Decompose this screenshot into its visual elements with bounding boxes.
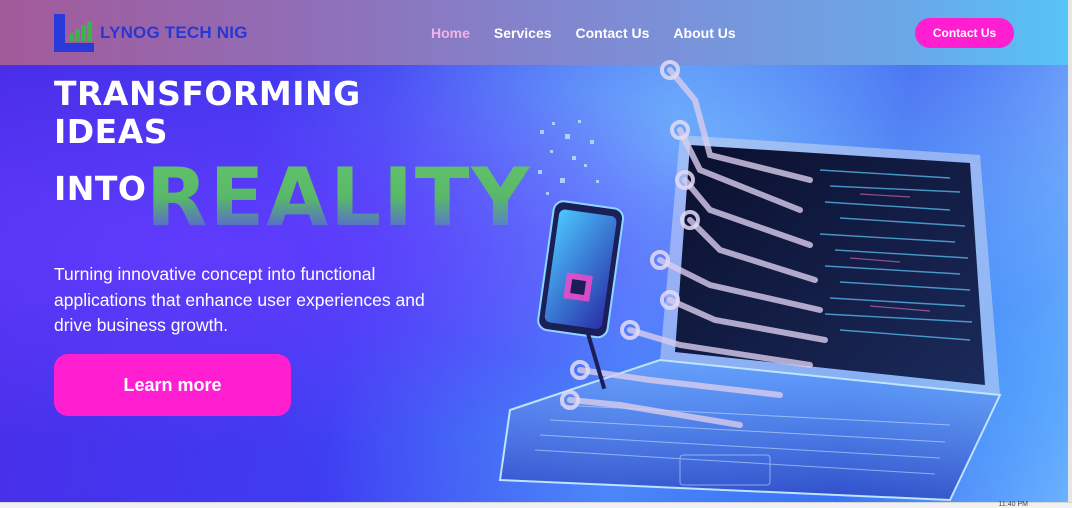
laptop-circuit-illustration-icon	[498, 60, 1002, 502]
hero-title-line-1: TRANSFORMING	[54, 74, 361, 113]
system-taskbar: 11:40 PM	[0, 501, 1072, 508]
page-scrollbar[interactable]	[1068, 0, 1072, 502]
nav-link-services[interactable]: Services	[494, 25, 552, 41]
hero-title-line-2: IDEAS	[54, 112, 169, 151]
logo-icon	[54, 14, 94, 52]
nav-link-about-us[interactable]: About Us	[673, 25, 735, 41]
main-nav: Home Services Contact Us About Us	[431, 25, 736, 41]
taskbar-clock: 11:40 PM	[998, 501, 1028, 508]
hero-highlight-word: REALITY	[146, 151, 532, 244]
learn-more-button[interactable]: Learn more	[54, 354, 291, 416]
landing-page: LYNOG TECH NIG Home Services Contact Us …	[0, 0, 1068, 502]
top-navbar: LYNOG TECH NIG Home Services Contact Us …	[0, 0, 1068, 65]
hero-subtitle: Turning innovative concept into function…	[54, 264, 425, 335]
brand-name: LYNOG TECH NIG	[100, 23, 248, 42]
contact-us-button[interactable]: Contact Us	[915, 18, 1014, 48]
brand-logo[interactable]: LYNOG TECH NIG	[54, 14, 248, 52]
nav-link-contact-us[interactable]: Contact Us	[576, 25, 650, 41]
nav-link-home[interactable]: Home	[431, 25, 470, 41]
hero-title-line-3: INTO	[54, 169, 147, 208]
